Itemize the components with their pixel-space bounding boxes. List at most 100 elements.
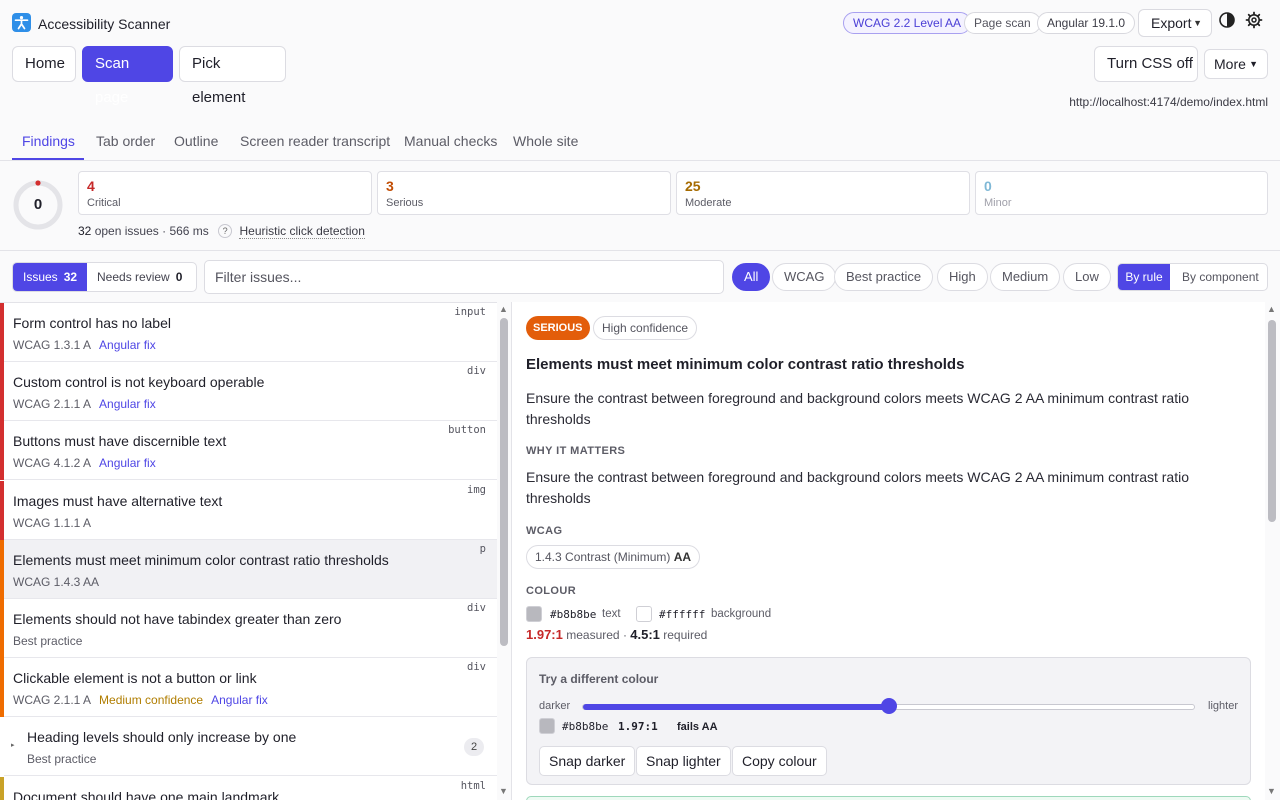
serious-count: 3: [386, 178, 394, 194]
tab-tab-order[interactable]: Tab order: [96, 133, 155, 149]
serious-card[interactable]: 3 Serious: [377, 171, 671, 215]
minor-card[interactable]: 0 Minor: [975, 171, 1268, 215]
issue-list-item[interactable]: Buttons must have discernible text WCAG 4…: [0, 421, 497, 480]
required-label: required: [663, 628, 708, 642]
wcag-heading: WCAG: [526, 525, 563, 537]
issue-list-item[interactable]: ▸ Heading levels should only increase by …: [0, 717, 497, 776]
critical-card[interactable]: 4 Critical: [78, 171, 372, 215]
filter-chip-high[interactable]: High: [937, 263, 988, 291]
wcag-criterion-chip[interactable]: 1.4.3 Contrast (Minimum) AA: [526, 545, 701, 569]
issue-meta: WCAG 2.1.1 A Angular fix: [13, 397, 156, 411]
issue-list-item[interactable]: Custom control is not keyboard operable W…: [0, 362, 497, 421]
group-by-component[interactable]: By component: [1182, 264, 1259, 290]
filter-chip-low[interactable]: Low: [1063, 263, 1111, 291]
app-title: Accessibility Scanner: [38, 16, 171, 32]
slider-handle[interactable]: [881, 698, 897, 714]
issue-confidence: Medium confidence: [99, 693, 204, 707]
filter-chip-best-practice[interactable]: Best practice: [834, 263, 934, 291]
severity-badge: SERIOUS: [526, 316, 590, 340]
contrast-toggle-icon[interactable]: [1218, 11, 1240, 33]
issues-segment[interactable]: Issues 32: [13, 263, 87, 291]
issue-meta: WCAG 1.4.3 AA: [13, 575, 99, 589]
element-tag: html: [460, 780, 486, 792]
wcag-level-badge[interactable]: WCAG 2.2 Level AA: [843, 12, 972, 34]
scrollbar-thumb[interactable]: [500, 318, 508, 646]
scrollbar-thumb[interactable]: [1268, 320, 1276, 522]
issue-title: Clickable element is not a button or lin…: [13, 670, 257, 686]
tab-screen-reader-transcript[interactable]: Screen reader transcript: [240, 133, 390, 149]
home-button[interactable]: Home: [12, 46, 76, 82]
angular-fix-link[interactable]: Angular fix: [99, 397, 156, 411]
grouping-toggle: By rule By component: [1117, 263, 1268, 291]
group-by-rule[interactable]: By rule: [1118, 264, 1170, 290]
pick-element-button[interactable]: Pick element: [179, 46, 286, 106]
issue-list-item[interactable]: Document should have one main landmark ht…: [0, 777, 497, 800]
expand-chevron-icon[interactable]: ▸: [11, 741, 15, 749]
element-tag: button: [448, 424, 486, 436]
foreground-label: text: [602, 608, 621, 620]
filter-chip-wcag[interactable]: WCAG: [772, 263, 837, 291]
element-tag: img: [467, 484, 486, 496]
issue-list-item[interactable]: Elements must meet minimum color contras…: [0, 540, 497, 599]
gear-icon[interactable]: [1245, 11, 1267, 33]
issue-list-item[interactable]: Elements should not have tabindex greate…: [0, 599, 497, 658]
turn-css-off-button[interactable]: Turn CSS off: [1094, 46, 1198, 82]
issue-title: Buttons must have discernible text: [13, 433, 227, 449]
detail-title: Elements must meet minimum color contras…: [526, 356, 965, 373]
issue-detail: SERIOUS High confidence Elements must me…: [512, 302, 1265, 800]
help-icon[interactable]: ?: [218, 224, 233, 238]
export-button[interactable]: Export ▼: [1138, 9, 1212, 37]
why-it-matters-heading: WHY IT MATTERS: [526, 445, 626, 457]
angular-fix-link[interactable]: Angular fix: [99, 456, 156, 470]
scan-scope-badge: Page scan: [964, 12, 1041, 34]
scan-page-button[interactable]: Scan page: [82, 46, 173, 106]
severity-stripe: [0, 658, 4, 717]
filter-issues-input[interactable]: [204, 260, 724, 294]
snap-lighter-button[interactable]: Snap lighter: [636, 746, 731, 776]
minor-count: 0: [984, 178, 992, 194]
severity-stripe: [0, 777, 4, 800]
active-tab-indicator: [12, 158, 84, 160]
next-panel: [526, 796, 1251, 800]
issue-list-item[interactable]: Clickable element is not a button or lin…: [0, 658, 497, 717]
filter-chip-medium[interactable]: Medium: [990, 263, 1061, 291]
scroll-up-icon[interactable]: ▲: [499, 304, 508, 314]
snap-darker-button[interactable]: Snap darker: [539, 746, 636, 776]
tab-findings[interactable]: Findings: [22, 133, 75, 149]
tab-outline[interactable]: Outline: [174, 133, 218, 149]
detail-scrollbar[interactable]: ▲ ▼: [1265, 302, 1280, 800]
angular-fix-link[interactable]: Angular fix: [211, 693, 268, 707]
wcag-level: AA: [673, 550, 692, 564]
needs-review-label: Needs review: [97, 270, 170, 284]
chevron-down-icon: ▼: [1249, 59, 1258, 69]
angular-fix-link[interactable]: Angular fix: [99, 338, 156, 352]
contrast-ratio-line: 1.97:1 measured · 4.5:1 required: [526, 627, 707, 642]
severity-stripe: [0, 362, 4, 421]
moderate-label: Moderate: [685, 197, 732, 209]
issue-title: Elements should not have tabindex greate…: [13, 611, 342, 627]
minor-label: Minor: [984, 197, 1012, 209]
scroll-down-icon[interactable]: ▼: [1267, 786, 1276, 796]
issue-meta: Best practice: [27, 752, 96, 766]
background-swatch: [636, 606, 652, 622]
issue-list-scrollbar[interactable]: ▲ ▼: [497, 302, 512, 800]
issue-list-item[interactable]: Images must have alternative text WCAG 1.…: [0, 481, 497, 540]
more-button[interactable]: More ▼: [1204, 49, 1268, 79]
needs-review-count: 0: [175, 270, 183, 284]
element-tag: div: [467, 661, 486, 673]
candidate-hex: #b8b8be: [562, 720, 609, 733]
issue-list-item[interactable]: Form control has no label WCAG 1.3.1 A Ang…: [0, 303, 497, 362]
issue-criterion: WCAG 1.4.3 AA: [13, 575, 100, 589]
tab-manual-checks[interactable]: Manual checks: [404, 133, 497, 149]
scroll-down-icon[interactable]: ▼: [499, 786, 508, 796]
candidate-ratio: 1.97:1: [618, 720, 658, 733]
heuristic-click-detection-link[interactable]: Heuristic click detection: [239, 224, 365, 239]
issue-meta: WCAG 2.1.1 A Medium confidence Angular fix: [13, 693, 268, 707]
needs-review-segment[interactable]: Needs review 0: [97, 263, 182, 291]
ratio-separator: ·: [622, 628, 627, 642]
scroll-up-icon[interactable]: ▲: [1267, 304, 1276, 314]
moderate-card[interactable]: 25 Moderate: [676, 171, 970, 215]
copy-colour-button[interactable]: Copy colour: [732, 746, 827, 776]
filter-chip-all[interactable]: All: [732, 263, 771, 291]
tab-whole-site[interactable]: Whole site: [513, 133, 578, 149]
